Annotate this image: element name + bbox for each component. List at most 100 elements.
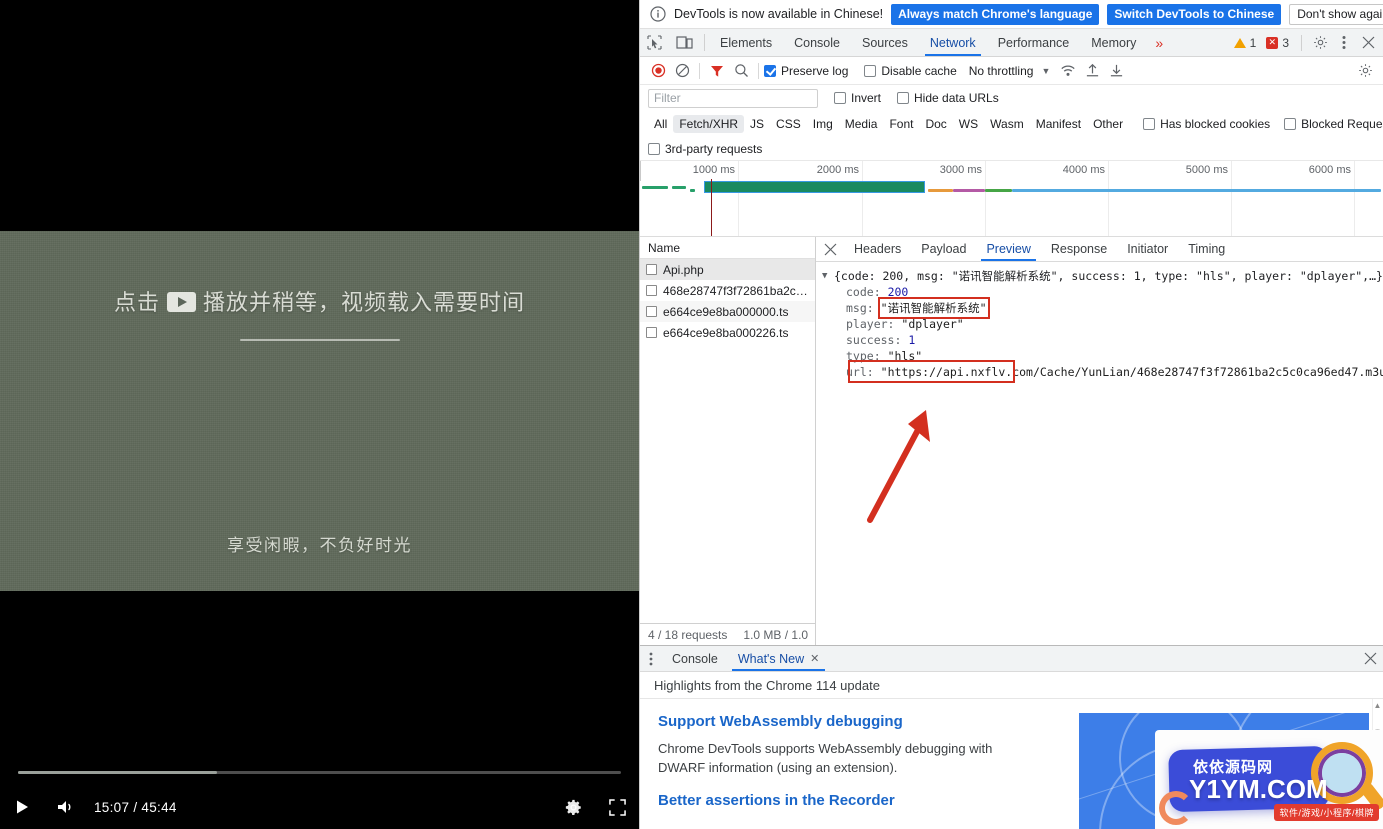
json-value: 200 (888, 285, 909, 299)
import-har-icon[interactable] (1080, 59, 1104, 83)
invert-checkbox[interactable]: Invert (834, 91, 881, 105)
request-checkbox[interactable] (646, 285, 657, 296)
devtools-close-icon[interactable] (1357, 32, 1379, 54)
tab-network[interactable]: Network (919, 29, 987, 56)
checkbox-box (648, 143, 660, 155)
detail-tab-headers[interactable]: Headers (844, 237, 911, 261)
has-blocked-cookies-checkbox[interactable]: Has blocked cookies (1143, 117, 1270, 131)
request-checkbox[interactable] (646, 306, 657, 317)
tab-elements[interactable]: Elements (709, 29, 783, 56)
blocked-requests-checkbox[interactable]: Blocked Requests (1284, 117, 1383, 131)
devtools-tabstrip: Elements Console Sources Network Perform… (640, 29, 1383, 57)
detail-tab-preview[interactable]: Preview (976, 237, 1040, 261)
preserve-log-checkbox[interactable]: Preserve log (764, 64, 848, 78)
tab-sources[interactable]: Sources (851, 29, 919, 56)
type-filter-fetch-xhr[interactable]: Fetch/XHR (673, 115, 744, 133)
third-party-requests-checkbox[interactable]: 3rd-party requests (648, 142, 762, 156)
network-settings-gear-icon[interactable] (1353, 59, 1377, 83)
request-row-api-php[interactable]: Api.php (640, 259, 815, 280)
json-key: type (846, 349, 874, 363)
video-overlay-divider (240, 339, 400, 341)
export-har-icon[interactable] (1104, 59, 1128, 83)
type-filter-media[interactable]: Media (839, 115, 884, 133)
disable-cache-checkbox[interactable]: Disable cache (864, 64, 956, 78)
request-column-header[interactable]: Name (640, 237, 815, 259)
json-root-line[interactable]: ▼ {code: 200, msg: "诺讯智能解析系统", success: … (822, 268, 1383, 284)
overview-tick-label: 2000 ms (817, 164, 859, 176)
devtools-settings-gear-icon[interactable] (1309, 32, 1331, 54)
chevron-down-icon[interactable]: ▼ (1041, 66, 1050, 76)
type-filter-css[interactable]: CSS (770, 115, 807, 133)
search-icon[interactable] (729, 59, 753, 83)
type-filter-wasm[interactable]: Wasm (984, 115, 1030, 133)
request-row-m3u8[interactable]: 468e28747f3f72861ba2c5… (640, 280, 815, 301)
device-toolbar-icon[interactable] (669, 29, 700, 56)
json-preview[interactable]: ▼ {code: 200, msg: "诺讯智能解析系统", success: … (816, 262, 1383, 645)
error-square-icon: ✕ (1266, 37, 1278, 49)
whats-new-header: Highlights from the Chrome 114 update (640, 672, 1383, 699)
request-checkbox[interactable] (646, 264, 657, 275)
video-progress-bar[interactable] (18, 771, 621, 774)
checkbox-box (897, 92, 909, 104)
request-checkbox[interactable] (646, 327, 657, 338)
type-filter-js[interactable]: JS (744, 115, 770, 133)
request-summary-footer: 4 / 18 requests 1.0 MB / 1.0 (640, 623, 815, 645)
video-stage[interactable]: 点击 播放并稍等，视频载入需要时间 享受闲暇，不负好时光 (0, 231, 639, 591)
drawer-tab-whats-new[interactable]: What's New ✕ (728, 646, 830, 671)
drawer-more-options-icon[interactable] (640, 646, 662, 671)
more-tabs-icon[interactable]: » (1147, 29, 1171, 56)
fullscreen-button[interactable] (595, 785, 639, 829)
request-list[interactable]: Api.php 468e28747f3f72861ba2c5… e664ce9e… (640, 259, 815, 623)
scroll-up-arrow-icon[interactable]: ▲ (1373, 701, 1382, 710)
error-count-badge[interactable]: ✕ 3 (1263, 35, 1294, 51)
devtools-more-options-icon[interactable] (1333, 32, 1355, 54)
filter-icon[interactable] (705, 59, 729, 83)
throttling-select[interactable]: No throttling (969, 64, 1034, 78)
type-filter-font[interactable]: Font (883, 115, 919, 133)
dont-show-again-button[interactable]: Don't show again (1289, 4, 1383, 25)
type-filter-doc[interactable]: Doc (919, 115, 952, 133)
hide-data-urls-checkbox[interactable]: Hide data URLs (897, 91, 999, 105)
tab-performance[interactable]: Performance (987, 29, 1081, 56)
tab-console[interactable]: Console (783, 29, 851, 56)
drawer-tab-console[interactable]: Console (662, 646, 728, 671)
type-filter-img[interactable]: Img (807, 115, 839, 133)
detail-tab-initiator[interactable]: Initiator (1117, 237, 1178, 261)
play-button[interactable] (0, 785, 44, 829)
detail-tab-timing[interactable]: Timing (1178, 237, 1235, 261)
json-field-player: player: "dplayer" (822, 316, 1383, 332)
request-row-ts-000226[interactable]: e664ce9e8ba000226.ts (640, 322, 815, 343)
always-match-language-button[interactable]: Always match Chrome's language (891, 4, 1099, 25)
volume-button[interactable] (44, 785, 88, 829)
overview-tick-label: 5000 ms (1186, 164, 1228, 176)
detail-close-icon[interactable] (816, 237, 844, 261)
inspect-element-icon[interactable] (640, 29, 669, 56)
type-filter-manifest[interactable]: Manifest (1030, 115, 1087, 133)
detail-tab-response[interactable]: Response (1041, 237, 1117, 261)
network-conditions-icon[interactable] (1056, 59, 1080, 83)
request-detail-pane: Headers Payload Preview Response Initiat… (816, 237, 1383, 645)
record-button[interactable] (646, 59, 670, 83)
overview-tick-label: 3000 ms (940, 164, 982, 176)
third-party-requests-label: 3rd-party requests (665, 142, 762, 156)
type-filter-all[interactable]: All (648, 115, 673, 133)
settings-gear-icon[interactable] (551, 785, 595, 829)
overview-selected-band (704, 181, 925, 193)
warning-count-badge[interactable]: 1 (1231, 35, 1262, 51)
overview-tick: 6000 ms (1354, 161, 1355, 237)
clear-button[interactable] (670, 59, 694, 83)
drawer-tab-close-icon[interactable]: ✕ (810, 652, 819, 665)
detail-tab-payload[interactable]: Payload (911, 237, 976, 261)
type-filter-other[interactable]: Other (1087, 115, 1129, 133)
video-player[interactable]: 点击 播放并稍等，视频载入需要时间 享受闲暇，不负好时光 (0, 0, 639, 829)
network-overview-timeline[interactable]: 1000 ms 2000 ms 3000 ms 4000 ms 5000 ms … (640, 161, 1383, 237)
filter-input[interactable] (648, 89, 818, 108)
drawer-close-icon[interactable] (1357, 646, 1383, 671)
expand-triangle-icon[interactable]: ▼ (822, 271, 834, 281)
type-filter-ws[interactable]: WS (953, 115, 984, 133)
tab-memory[interactable]: Memory (1080, 29, 1147, 56)
switch-to-chinese-button[interactable]: Switch DevTools to Chinese (1107, 4, 1281, 25)
banner-message: DevTools is now available in Chinese! (674, 7, 883, 21)
request-row-ts-000000[interactable]: e664ce9e8ba000000.ts (640, 301, 815, 322)
overview-playhead (711, 179, 712, 236)
